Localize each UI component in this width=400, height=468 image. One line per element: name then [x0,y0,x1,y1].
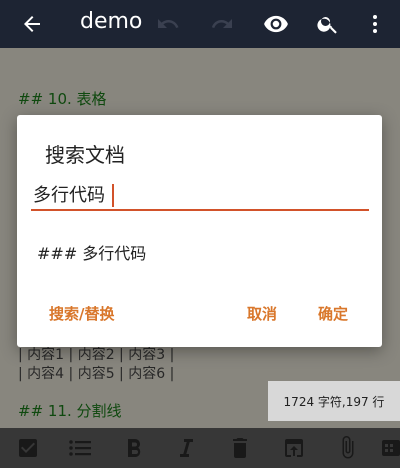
document-title: demo [80,9,143,34]
redo-icon[interactable] [204,0,240,48]
search-input[interactable] [31,179,369,211]
search-suggestion[interactable]: ### 多行代码 [37,240,146,264]
stats-badge: 1724 字符,197 行 [268,381,400,421]
back-arrow-icon[interactable] [12,0,52,48]
text-caret [112,184,114,207]
search-replace-button[interactable]: 搜索/替换 [49,303,114,324]
search-dialog: 搜索文档 ### 多行代码 搜索/替换 取消 确定 [17,115,382,347]
app-bar: demo [0,0,400,48]
dialog-title: 搜索文档 [45,143,125,167]
ok-button[interactable]: 确定 [318,303,348,324]
cancel-button[interactable]: 取消 [247,303,277,324]
more-vert-icon[interactable] [360,0,390,48]
search-icon[interactable] [312,0,344,48]
undo-icon[interactable] [150,0,186,48]
eye-icon[interactable] [258,0,294,48]
